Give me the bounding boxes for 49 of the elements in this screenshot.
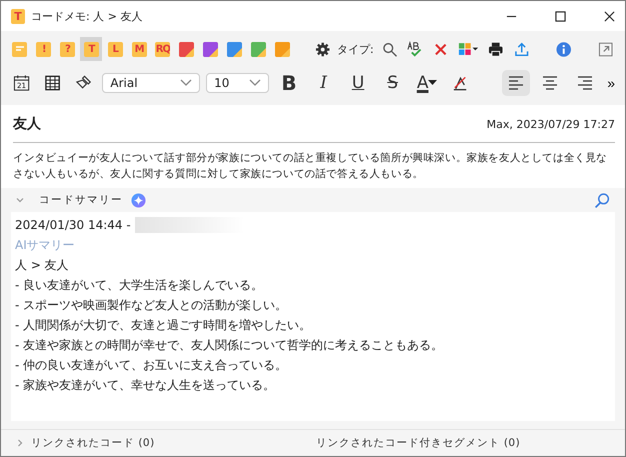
- summary-line: - 人間関係が大切で、友達と過ごす時間を増やしたい。: [15, 317, 312, 334]
- code-path: 人 > 友人: [15, 257, 70, 274]
- memo-title: 友人: [13, 115, 41, 133]
- search-icon[interactable]: [382, 40, 398, 58]
- search-icon[interactable]: [594, 192, 611, 208]
- window-title: コードメモ: 人 > 友人: [31, 8, 142, 24]
- font-dropdown[interactable]: Arial: [102, 73, 200, 93]
- type-label: タイプ:: [336, 42, 374, 56]
- summary-line: - 友達や家族との時間が幸せで、友人関係について哲学的に考えることもある。: [15, 337, 444, 354]
- ai-summary-label: AIサマリー: [15, 237, 76, 254]
- printer-icon[interactable]: [488, 40, 504, 58]
- maximize-icon[interactable]: [555, 10, 566, 22]
- bold-button[interactable]: B: [274, 70, 304, 96]
- info-icon[interactable]: [556, 40, 572, 58]
- align-center-icon: [542, 76, 558, 90]
- linked-codes-label: リンクされたコード (0): [31, 436, 156, 450]
- summary-line: - 仲の良い友達がいて、お互いに支え合っている。: [15, 357, 288, 374]
- summary-timestamp: 2024/01/30 14:44 -: [15, 217, 131, 234]
- memo-text: インタビュイーが友人について話す部分が家族についての話と重複している箇所が興味深い。家族を友人としては全く見なさない人もいるが、友人に関する質問に対して家族についての話で答える人もいる。: [13, 151, 608, 182]
- more-button[interactable]: »: [605, 75, 618, 91]
- table-icon[interactable]: [44, 74, 62, 92]
- summary-line: - スポーツや映画製作など友人との活動が楽しい。: [15, 297, 288, 314]
- caret-icon[interactable]: [15, 438, 25, 448]
- app-icon: T: [11, 8, 25, 24]
- align-left-button[interactable]: [502, 70, 530, 96]
- chevron-icon: [180, 79, 192, 87]
- caret-icon[interactable]: [15, 195, 25, 205]
- caret-icon: [428, 80, 438, 86]
- code-summary-label: コードサマリー: [39, 193, 123, 207]
- underline-button[interactable]: U: [344, 70, 372, 96]
- font-size-dropdown[interactable]: 10: [206, 73, 269, 93]
- italic-button[interactable]: I: [309, 70, 338, 96]
- lines-icon: [14, 46, 25, 52]
- align-right-icon: [576, 76, 593, 90]
- align-left-icon: [508, 76, 524, 90]
- chevron-icon: [248, 79, 261, 87]
- spellcheck-icon[interactable]: [407, 40, 423, 58]
- upload-icon[interactable]: [514, 40, 530, 58]
- sparkle-icon: [131, 192, 146, 208]
- popout-icon[interactable]: [598, 40, 614, 58]
- close-icon[interactable]: [604, 10, 615, 22]
- strike-button[interactable]: S: [378, 70, 407, 96]
- summary-line: - 家族や友達がいて、幸せな人生を送っている。: [15, 377, 276, 394]
- memo-author-date: Max, 2023/07/29 17:27: [486, 118, 615, 130]
- gear-icon[interactable]: [315, 40, 331, 58]
- summary-line: - 良い友達がいて、大学生活を楽しんでいる。: [15, 277, 264, 294]
- linked-segments-label: リンクされたコード付きセグメント (0): [316, 436, 520, 450]
- color-button[interactable]: A: [412, 70, 442, 96]
- clear-format-icon[interactable]: [451, 74, 469, 92]
